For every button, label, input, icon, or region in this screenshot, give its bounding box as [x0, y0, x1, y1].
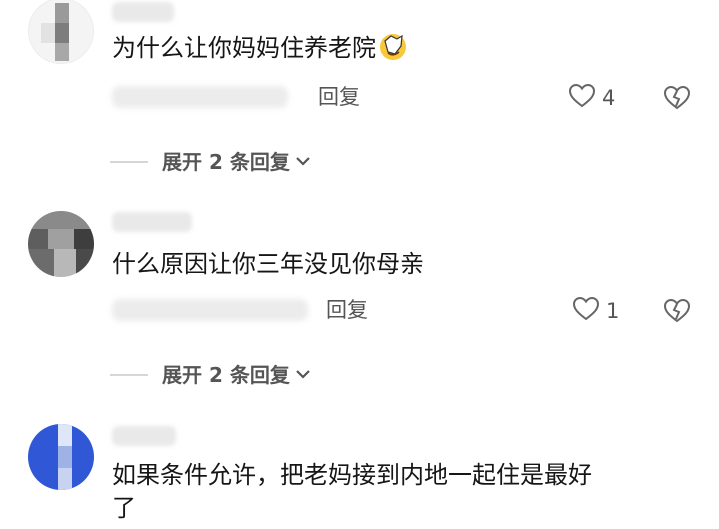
broken-heart-icon: [663, 85, 691, 115]
expand-replies-button[interactable]: 展开 2 条回复: [110, 147, 312, 177]
like-count: 4: [602, 86, 616, 110]
expand-replies-label: 展开 2 条回复: [162, 363, 290, 387]
comment-text-line1: 如果条件允许，把老妈接到内地一起住是最好: [112, 461, 592, 489]
dislike-button[interactable]: [663, 85, 691, 115]
heart-outline-icon: [568, 83, 596, 113]
reply-button[interactable]: 回复: [326, 295, 368, 325]
like-count: 1: [606, 299, 620, 323]
timestamp-location-blurred: [112, 299, 308, 321]
comment-text-line2: 了: [112, 494, 136, 522]
timestamp-location-blurred: [112, 86, 288, 108]
username-blurred[interactable]: [112, 2, 174, 22]
avatar[interactable]: [28, 424, 94, 490]
facepalm-emoji-icon: [378, 32, 408, 72]
dislike-button[interactable]: [663, 298, 691, 328]
comment-text: 为什么让你妈妈住养老院: [112, 30, 408, 72]
username-blurred[interactable]: [112, 212, 192, 232]
broken-heart-icon: [663, 298, 691, 328]
comment-thread: 为什么让你妈妈住养老院 回复 4 展开 2 条回复 什么原因让你三年没见你母亲 …: [0, 0, 719, 529]
like-button[interactable]: 4: [568, 83, 615, 113]
avatar[interactable]: [28, 211, 94, 277]
reply-button[interactable]: 回复: [318, 82, 360, 112]
chevron-down-icon: [290, 153, 312, 172]
chevron-down-icon: [290, 366, 312, 385]
like-button[interactable]: 1: [572, 296, 619, 326]
heart-outline-icon: [572, 296, 600, 326]
divider-dash: [110, 374, 148, 376]
comment-text: 什么原因让你三年没见你母亲: [112, 250, 424, 278]
divider-dash: [110, 161, 148, 163]
expand-replies-label: 展开 2 条回复: [162, 150, 290, 174]
username-blurred[interactable]: [112, 426, 176, 446]
avatar[interactable]: [28, 0, 94, 64]
expand-replies-button[interactable]: 展开 2 条回复: [110, 360, 312, 390]
